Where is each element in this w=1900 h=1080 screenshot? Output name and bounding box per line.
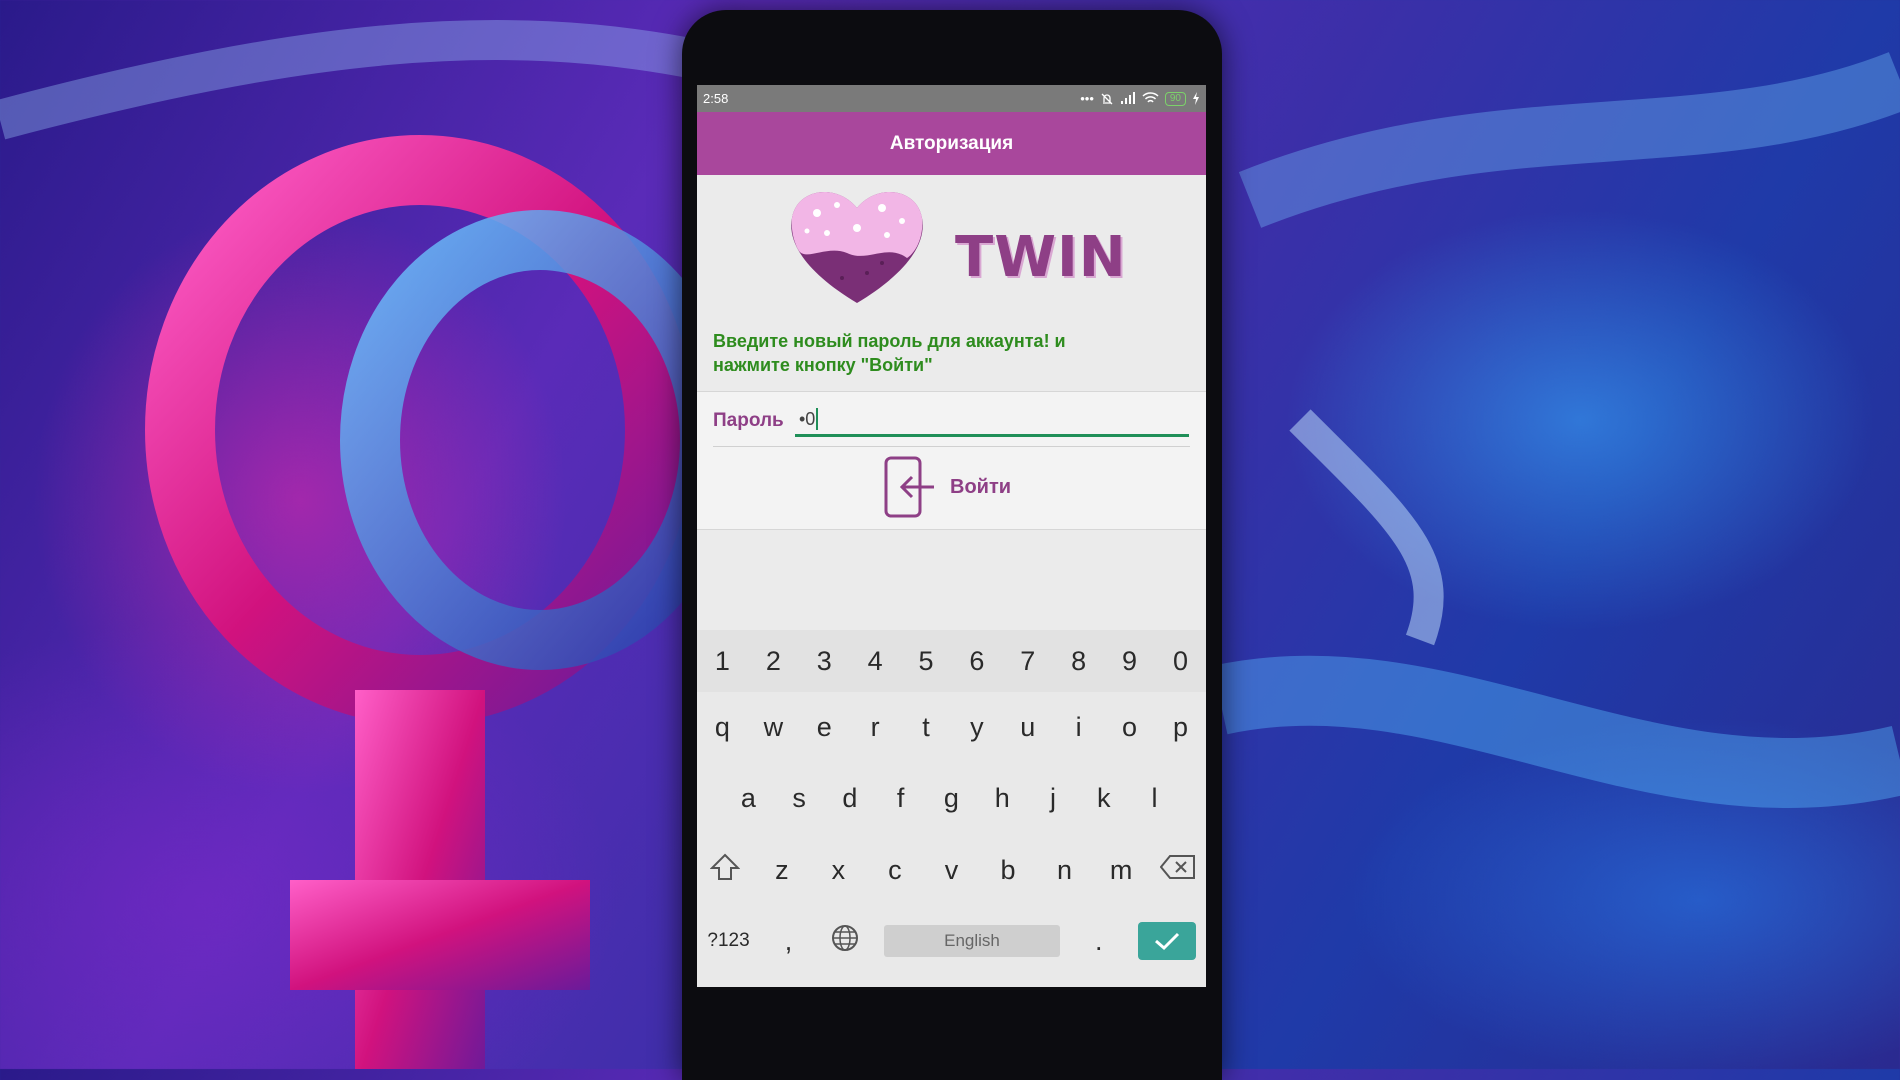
key-q[interactable]: q [704,712,740,743]
backspace-key[interactable] [1159,854,1196,887]
divider [713,446,1190,447]
enter-key[interactable] [1137,922,1196,960]
period-key[interactable]: . [1081,926,1117,957]
instruction-line-1: Введите новый пароль для аккаунта! и [713,331,1066,351]
status-time: 2:58 [703,91,729,106]
key-9[interactable]: 9 [1112,646,1148,677]
key-c[interactable]: c [877,855,913,886]
key-o[interactable]: o [1112,712,1148,743]
page-title: Авторизация [889,132,1014,154]
text-cursor [816,408,819,430]
key-3[interactable]: 3 [806,646,842,677]
key-d[interactable]: d [832,783,868,814]
key-y[interactable]: y [959,712,995,743]
key-g[interactable]: g [933,783,969,814]
more-dots-icon: ••• [1080,91,1094,106]
keyboard-row-3: z x c v b n m [697,834,1206,906]
key-8[interactable]: 8 [1061,646,1097,677]
key-l[interactable]: l [1137,783,1173,814]
key-z[interactable]: z [764,855,800,886]
key-2[interactable]: 2 [755,646,791,677]
key-6[interactable]: 6 [959,646,995,677]
key-5[interactable]: 5 [908,646,944,677]
key-r[interactable]: r [857,712,893,743]
key-x[interactable]: x [820,855,856,886]
shift-icon [709,853,741,880]
check-icon [1154,932,1179,951]
battery-icon: 90 [1164,91,1186,106]
phone-screen: 2:58 ••• 90 Авторизация TWIN Введите нов… [697,85,1206,987]
password-value: •0 [799,408,816,429]
login-button-label: Войти [950,475,1012,498]
key-w[interactable]: w [755,712,791,743]
key-u[interactable]: u [1010,712,1046,743]
keyboard-row-4: ?123 , English . [697,906,1206,976]
key-a[interactable]: a [730,783,766,814]
login-button[interactable]: Войти [884,455,1011,519]
key-0[interactable]: 0 [1162,646,1198,677]
globe-icon [832,924,859,951]
key-f[interactable]: f [883,783,919,814]
key-h[interactable]: h [984,783,1020,814]
backspace-icon [1159,854,1195,879]
on-screen-keyboard: 1 2 3 4 5 6 7 8 9 0 q w e r t y u i o p … [697,630,1206,987]
password-label: Пароль [713,410,784,431]
keyboard-row-1: q w e r t y u i o p [697,692,1206,762]
shift-key[interactable] [707,853,743,888]
key-k[interactable]: k [1086,783,1122,814]
notification-off-icon [1101,93,1113,104]
key-n[interactable]: n [1047,855,1083,886]
key-b[interactable]: b [990,855,1026,886]
key-7[interactable]: 7 [1010,646,1046,677]
key-4[interactable]: 4 [857,646,893,677]
key-m[interactable]: m [1103,855,1139,886]
key-j[interactable]: j [1035,783,1071,814]
language-key[interactable] [827,923,863,960]
key-p[interactable]: p [1162,712,1198,743]
symbols-key[interactable]: ?123 [707,930,749,952]
key-1[interactable]: 1 [704,646,740,677]
keyboard-row-2: a s d f g h j k l [697,762,1206,834]
key-e[interactable]: e [806,712,842,743]
login-icon [884,456,934,518]
instruction-line-2: нажмите кнопку "Войти" [713,355,933,375]
key-s[interactable]: s [781,783,817,814]
status-bar: 2:58 ••• 90 [697,85,1206,112]
signal-icon [1120,92,1135,104]
instruction-text: Введите новый пароль для аккаунта! и наж… [697,325,1206,391]
logo-text: TWIN [955,225,1127,290]
wifi-icon [1142,92,1159,103]
heart-logo-icon [791,191,923,303]
app-bar: Авторизация [697,112,1206,175]
login-form: Пароль •0 Войти [697,391,1206,530]
comma-key[interactable]: , [770,926,806,957]
charging-icon [1193,92,1199,105]
logo: TWIN [697,175,1206,325]
password-input[interactable]: •0 [795,404,1189,437]
key-v[interactable]: v [933,855,969,886]
space-key[interactable]: English [884,925,1061,957]
key-t[interactable]: t [908,712,944,743]
key-i[interactable]: i [1061,712,1097,743]
keyboard-number-row: 1 2 3 4 5 6 7 8 9 0 [697,630,1206,692]
